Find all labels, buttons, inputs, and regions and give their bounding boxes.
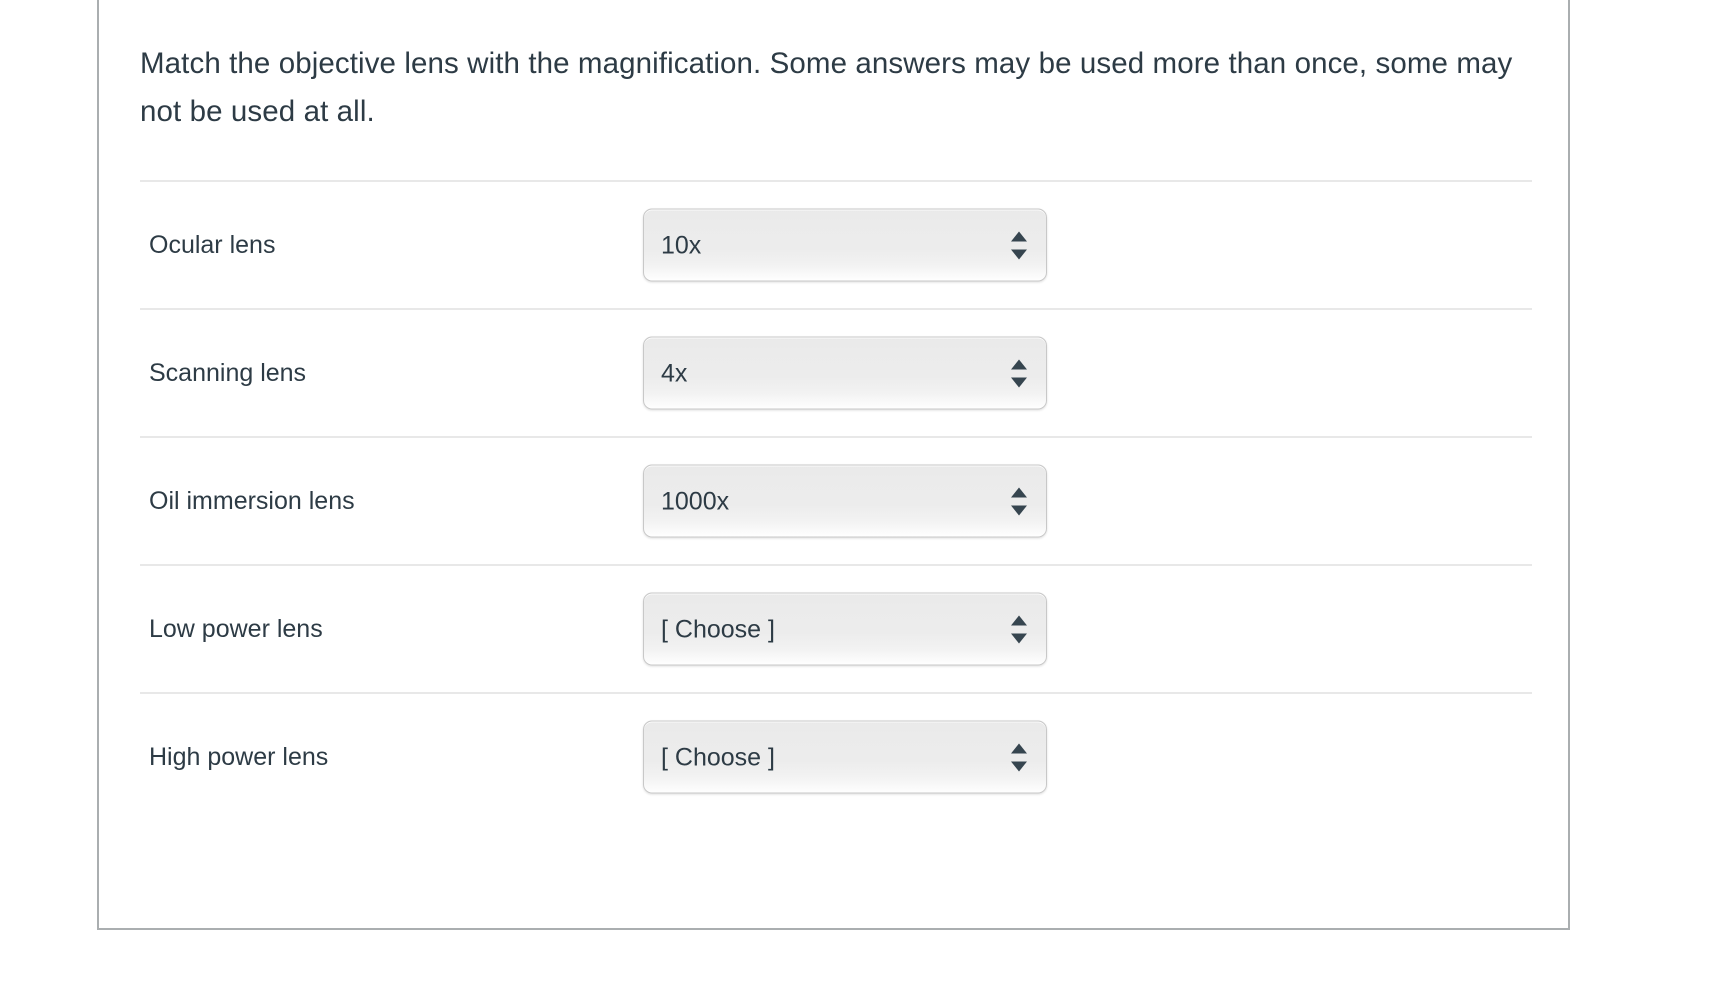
match-answer-select-wrapper[interactable]: 4x <box>643 336 1047 410</box>
select-selected-value: 10x <box>661 231 702 259</box>
up-down-arrows-icon[interactable] <box>1011 615 1027 643</box>
table-row: Scanning lens 4x <box>140 308 1532 436</box>
match-answer-select-wrapper[interactable]: 1000x <box>643 464 1047 538</box>
up-down-arrows-icon[interactable] <box>1011 743 1027 771</box>
arrow-down-icon <box>1011 249 1027 259</box>
table-row: High power lens [ Choose ] <box>140 692 1532 820</box>
select-selected-value: [ Choose ] <box>661 615 775 643</box>
arrow-up-icon <box>1011 487 1027 497</box>
match-item-label: High power lens <box>149 743 329 771</box>
match-item-label: Low power lens <box>149 615 323 643</box>
match-answer-select-wrapper[interactable]: [ Choose ] <box>643 720 1047 794</box>
match-item-label: Scanning lens <box>149 359 307 387</box>
arrow-down-icon <box>1011 633 1027 643</box>
arrow-up-icon <box>1011 359 1027 369</box>
table-row: Low power lens [ Choose ] <box>140 564 1532 692</box>
table-row: Oil immersion lens 1000x <box>140 436 1532 564</box>
arrow-up-icon <box>1011 615 1027 625</box>
arrow-up-icon <box>1011 231 1027 241</box>
matching-rows-list: Ocular lens 10x Scanning lens 4x Oil imm… <box>140 180 1532 820</box>
select-selected-value: 1000x <box>661 487 730 515</box>
up-down-arrows-icon[interactable] <box>1011 359 1027 387</box>
quiz-question-card: Match the objective lens with the magnif… <box>97 0 1570 930</box>
arrow-down-icon <box>1011 761 1027 771</box>
match-item-label: Oil immersion lens <box>149 487 355 515</box>
select-selected-value: 4x <box>661 359 688 387</box>
match-answer-select[interactable]: [ Choose ] <box>643 592 1047 666</box>
arrow-down-icon <box>1011 377 1027 387</box>
arrow-up-icon <box>1011 743 1027 753</box>
match-answer-select-wrapper[interactable]: [ Choose ] <box>643 592 1047 666</box>
arrow-down-icon <box>1011 505 1027 515</box>
question-prompt: Match the objective lens with the magnif… <box>140 47 1513 128</box>
match-answer-select[interactable]: 10x <box>643 208 1047 282</box>
up-down-arrows-icon[interactable] <box>1011 487 1027 515</box>
up-down-arrows-icon[interactable] <box>1011 231 1027 259</box>
match-item-label: Ocular lens <box>149 231 276 259</box>
table-row: Ocular lens 10x <box>140 180 1532 308</box>
match-answer-select[interactable]: [ Choose ] <box>643 720 1047 794</box>
match-answer-select[interactable]: 1000x <box>643 464 1047 538</box>
match-answer-select-wrapper[interactable]: 10x <box>643 208 1047 282</box>
match-answer-select[interactable]: 4x <box>643 336 1047 410</box>
question-body: Match the objective lens with the magnif… <box>99 0 1568 928</box>
select-selected-value: [ Choose ] <box>661 743 775 771</box>
